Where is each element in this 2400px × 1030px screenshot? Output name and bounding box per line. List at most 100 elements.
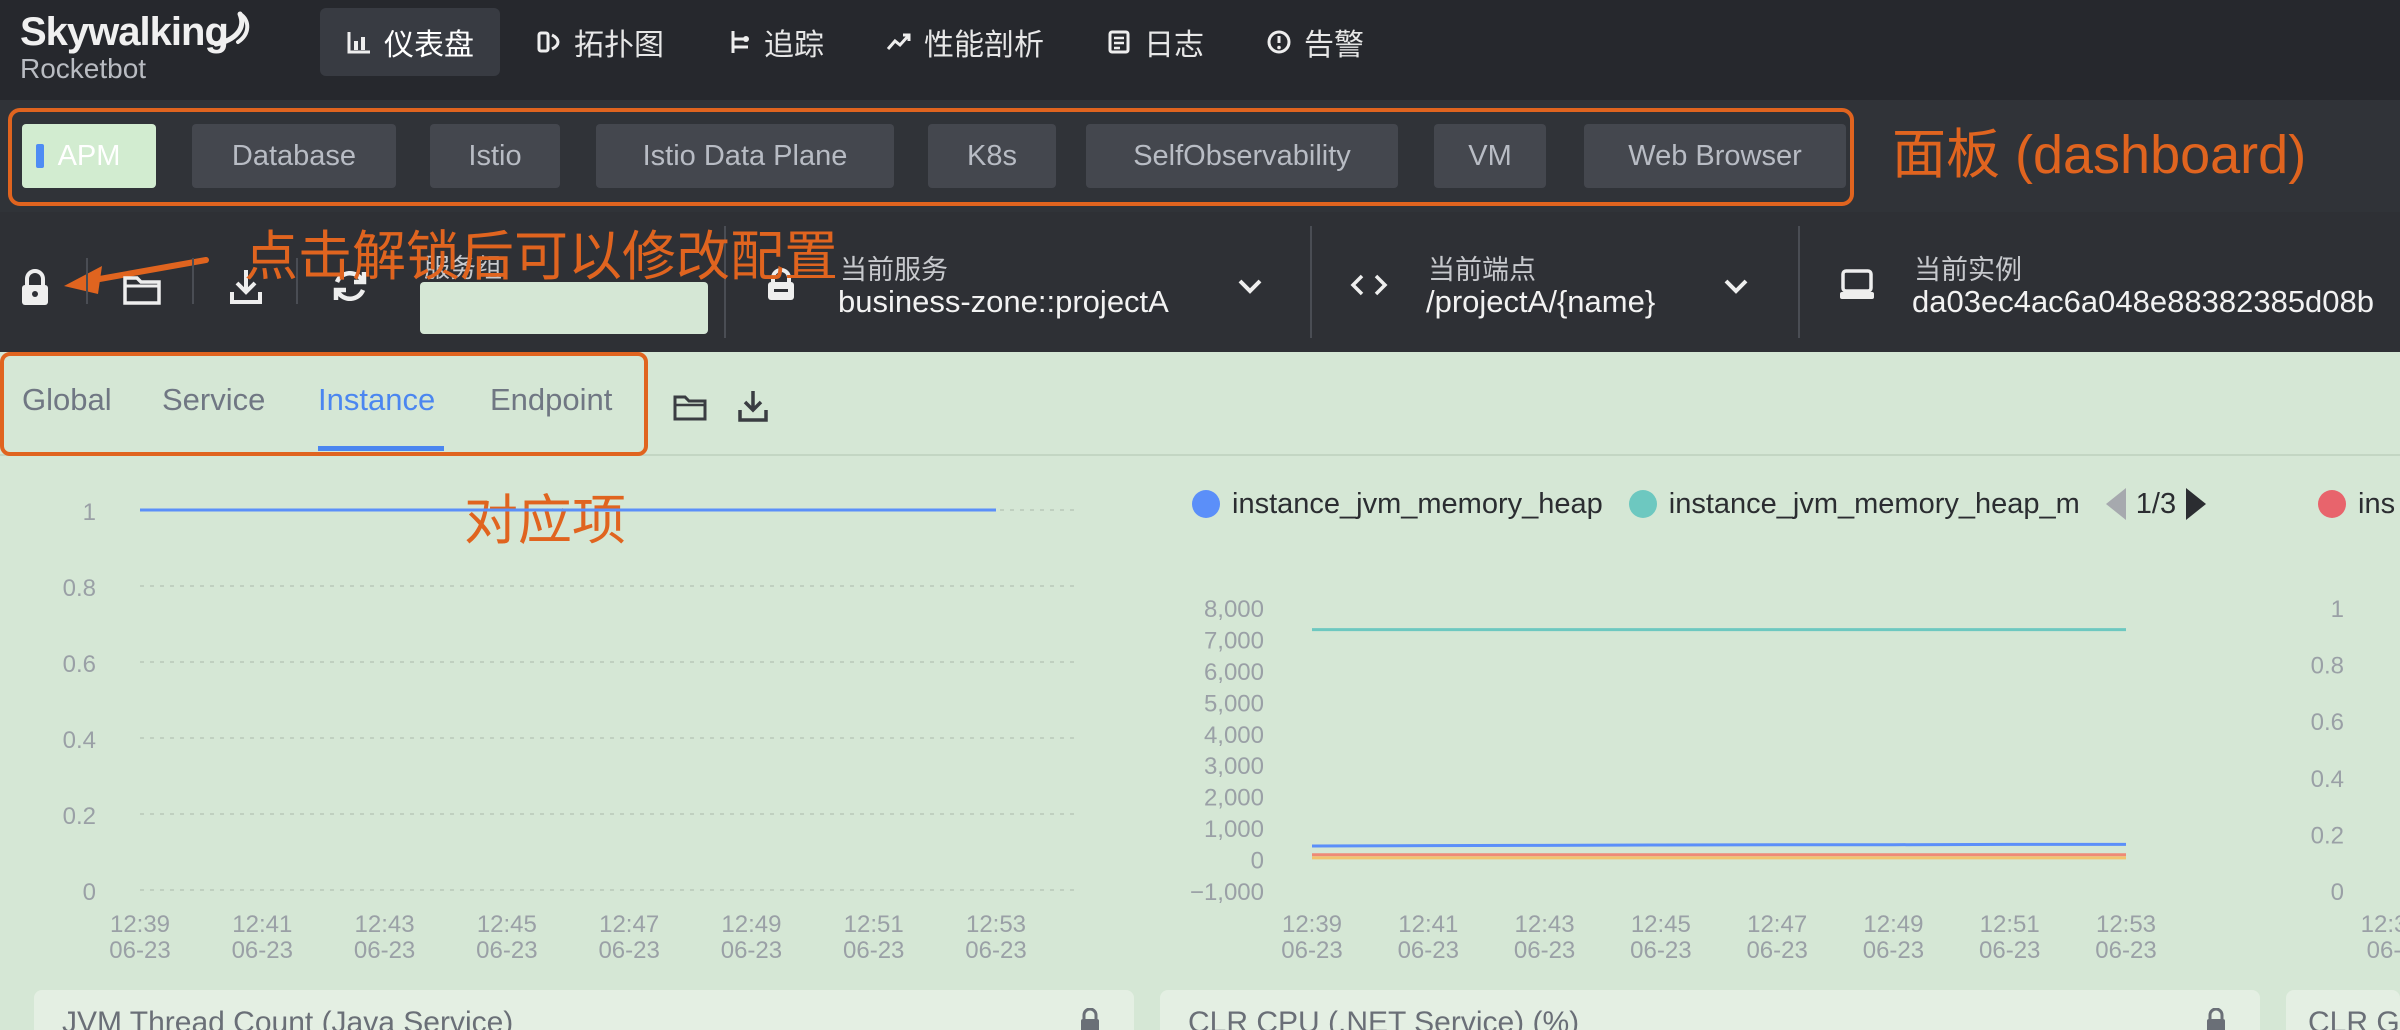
dashboard-tab-apm[interactable]: APM [22,124,156,188]
nav-label: 仪表盘 [384,29,474,62]
y-tick-label: 0.6 [2311,709,2344,736]
x-tick-label: 12:47 [599,911,659,938]
x-tick-label: 12:53 [2096,911,2156,938]
y-tick-label: 0.2 [2311,822,2344,849]
current-endpoint-select[interactable]: /projectA/{name} [1426,284,1655,320]
y-tick-label: 1 [2331,596,2344,623]
nav-label: 追踪 [764,29,824,62]
y-tick-label: 0 [2331,879,2344,906]
x-tick-label: 06-23 [721,937,782,964]
divider [1310,226,1312,338]
topology-icon [537,31,560,53]
top-navbar: Skywalking Rocketbot 仪表盘 拓扑图 追踪 性能剖析 日志 [0,0,2400,100]
legend-page: 1/3 [2135,487,2177,520]
x-tick-label: 12:45 [1631,911,1691,938]
current-service-select[interactable]: business-zone::projectA [838,284,1169,320]
y-tick-label: 3,000 [1204,753,1264,780]
nav-profiling[interactable]: 性能剖析 [860,8,1070,76]
tab-global[interactable]: Global [22,382,112,418]
x-tick-label: 12:45 [477,911,537,938]
download-icon[interactable] [736,388,770,424]
logo[interactable]: Skywalking Rocketbot [20,10,250,84]
dashboard-tab-web-browser[interactable]: Web Browser [1584,124,1846,188]
dashboard-tab-label: VM [1468,139,1512,172]
legend-label: ins [2358,487,2396,520]
folder-icon[interactable] [122,272,162,306]
widget-card: CLR G [2286,990,2400,1030]
nav-log[interactable]: 日志 [1080,8,1230,76]
x-tick-label: 06-23 [109,937,170,964]
annotation-panel: 面板 (dashboard) [1892,125,2307,185]
legend-item[interactable]: instance_jvm_memory_heap_m [1628,488,2080,521]
dashboard-tab-label: K8s [967,139,1017,172]
y-tick-label: 0.2 [63,803,96,830]
x-tick-label: 12:3 [2361,911,2400,938]
dashboard-tab-selfobservability[interactable]: SelfObservability [1086,124,1398,188]
current-instance-label: 当前实例 [1914,255,2022,285]
dashboard-tab-istio-data-plane[interactable]: Istio Data Plane [596,124,894,188]
y-tick-label: −1,000 [1190,879,1264,906]
nav-dashboard[interactable]: 仪表盘 [320,8,500,76]
y-tick-label: 7,000 [1204,627,1264,654]
widget-card: JVM Thread Count (Java Service) [34,990,1134,1030]
y-tick-label: 0.8 [2311,653,2344,680]
x-tick-label: 12:39 [110,911,170,938]
x-tick-label: 12:53 [966,911,1026,938]
x-tick-label: 06-23 [1746,937,1807,964]
lock-icon[interactable] [2204,1008,2228,1030]
dashboard-tab-istio[interactable]: Istio [430,124,560,188]
y-tick-label: 0 [1251,848,1264,875]
bar-chart-icon [347,32,370,54]
nav-label: 日志 [1144,29,1204,62]
tab-service[interactable]: Service [162,382,265,418]
x-tick-label: 12:39 [1282,911,1342,938]
chart-instance-1: 10.80.60.40.2012:3906-2312:4106-2312:430… [63,499,1076,964]
current-service-label: 当前服务 [840,255,948,285]
series-line [1311,842,2126,848]
widget-title: CLR G [2308,1006,2400,1030]
dashboard-tab-vm[interactable]: VM [1434,124,1546,188]
current-instance-select[interactable]: da03ec4ac6a048e88382385d08b [1912,284,2374,320]
chart-legend: instance_jvm_memory_heap instance_jvm_me… [1192,484,2207,524]
y-tick-label: 4,000 [1204,722,1264,749]
dashboard-tab-k8s[interactable]: K8s [928,124,1056,188]
y-tick-label: 0.6 [63,651,96,678]
y-tick-label: 0.4 [63,727,96,754]
x-tick-label: 06-23 [232,937,293,964]
legend-item[interactable]: instance_jvm_memory_heap [1192,488,1603,521]
active-tab-underline [318,446,444,451]
legend-item[interactable]: ins [2318,488,2395,521]
divider [1798,226,1800,338]
dashboard-tab-label: APM [57,139,121,172]
lock-icon[interactable] [1078,1008,1102,1030]
legend-next-icon[interactable] [2186,488,2207,520]
x-tick-label: 12:41 [1398,911,1458,938]
nav-trace[interactable]: 追踪 [700,8,850,76]
divider [192,258,194,304]
chart-jvm-memory: 8,000 7,000 6,000 5,000 4,000 3,000 2,000 1,000… [1190,596,2157,964]
legend-pager: 1/3 [2105,487,2207,521]
y-tick-label: 1,000 [1204,816,1264,843]
folder-icon[interactable] [672,392,708,422]
logo-subtitle: Rocketbot [20,53,147,84]
chevron-down-icon[interactable] [1722,276,1750,296]
chevron-down-icon[interactable] [1236,276,1264,296]
widget-title: JVM Thread Count (Java Service) [62,1006,514,1030]
legend-prev-icon[interactable] [2105,488,2126,520]
x-tick-label: 12:49 [1863,911,1923,938]
divider [86,258,88,304]
widget-card: CLR CPU (.NET Service) (%) [1160,990,2260,1030]
alarm-icon [1267,30,1291,54]
nav-topology[interactable]: 拓扑图 [510,8,690,76]
lock-icon[interactable] [18,268,52,308]
dashboard-tab-label: Web Browser [1628,139,1802,172]
nav-alarm[interactable]: 告警 [1240,8,1390,76]
legend-dot [2318,490,2346,518]
x-tick-label: 06-23 [1514,937,1575,964]
trace-icon [731,31,749,53]
dashboard-tab-database[interactable]: Database [192,124,396,188]
tab-instance[interactable]: Instance [318,382,435,418]
y-tick-label: 0.8 [63,575,96,602]
tab-endpoint[interactable]: Endpoint [490,382,612,418]
chart-legend-3: ins [2318,484,2400,524]
